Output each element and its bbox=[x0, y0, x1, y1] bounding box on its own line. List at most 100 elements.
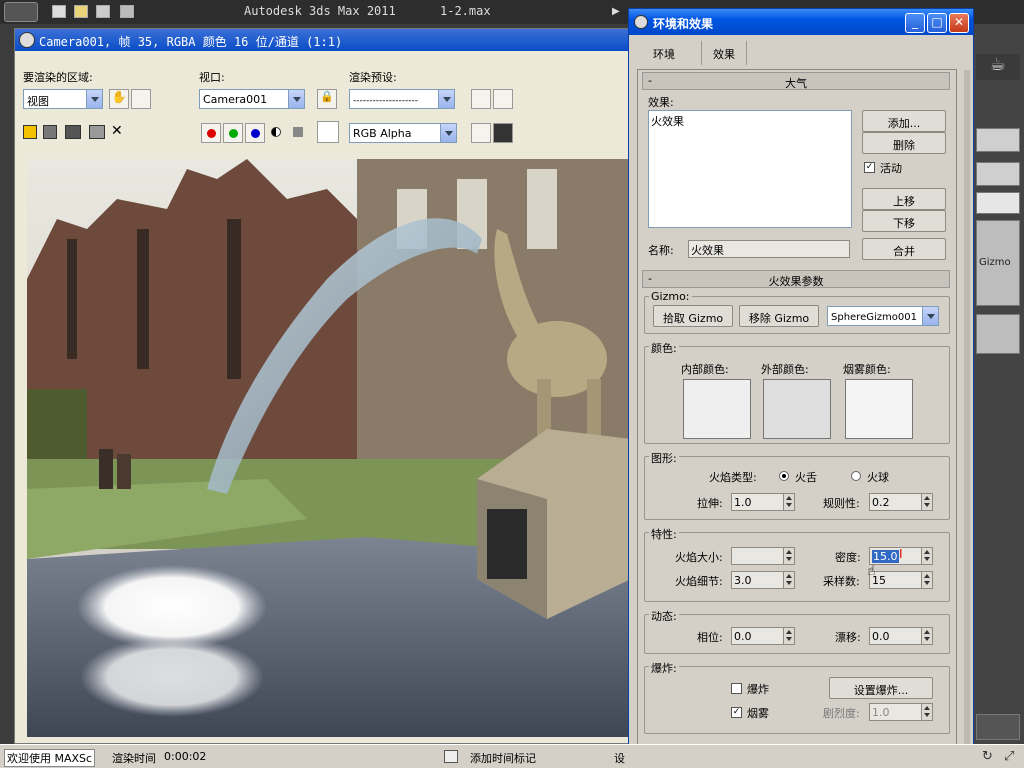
name-field-value: 火效果 bbox=[691, 244, 724, 257]
pick-gizmo-button[interactable]: 拾取 Gizmo bbox=[653, 305, 733, 327]
remove-gizmo-button[interactable]: 移除 Gizmo bbox=[739, 305, 819, 327]
toggle-ui-overlay-icon[interactable] bbox=[471, 123, 491, 143]
density-label: 密度: bbox=[835, 551, 861, 564]
flame-type-ball-radio[interactable] bbox=[851, 471, 861, 481]
maxscript-listener[interactable]: 欢迎使用 MAXSc bbox=[4, 749, 96, 767]
close-icon[interactable]: ✕ bbox=[949, 13, 969, 33]
teapot-icon[interactable]: ☕ bbox=[976, 54, 1020, 80]
green-channel-toggle[interactable] bbox=[223, 123, 243, 143]
render-preset-label: 渲染预设: bbox=[349, 71, 397, 84]
waves-icon[interactable] bbox=[976, 162, 1020, 186]
flame-detail-spinner[interactable]: 3.0 bbox=[731, 571, 795, 589]
flame-size-spinner[interactable] bbox=[731, 547, 795, 565]
new-file-icon[interactable] bbox=[52, 5, 66, 18]
project-folder-icon[interactable] bbox=[120, 5, 134, 18]
gizmo-select-value: SphereGizmo001 bbox=[831, 312, 917, 323]
save-file-icon[interactable] bbox=[96, 5, 110, 18]
move-down-button[interactable]: 下移 bbox=[862, 210, 946, 232]
render-preset-select[interactable]: -------------------- bbox=[349, 89, 455, 109]
maximize-viewport-icon[interactable]: ⤢ bbox=[1004, 749, 1014, 764]
motion-group: 动态: 相位: 0.0 漂移: 0.0 bbox=[644, 608, 950, 654]
samples-label: 采样数: bbox=[823, 575, 860, 588]
effects-list-item[interactable]: 火效果 bbox=[649, 111, 851, 131]
add-time-tag[interactable]: 添加时间标记 bbox=[470, 750, 536, 766]
effects-list[interactable]: 火效果 bbox=[648, 110, 852, 228]
channel-display-select[interactable]: RGB Alpha bbox=[349, 123, 457, 143]
explosion-group-label: 爆炸: bbox=[649, 660, 679, 676]
lock-icon[interactable]: 🔒 bbox=[317, 89, 337, 109]
clear-icon[interactable]: ✕ bbox=[111, 123, 123, 139]
command-panel: ☕ Gizmo bbox=[972, 24, 1024, 744]
flame-type-ball-label: 火球 bbox=[867, 471, 889, 484]
active-checkbox[interactable]: ✓ bbox=[864, 162, 875, 173]
tab-environment[interactable]: 环境 bbox=[641, 41, 687, 65]
smoke-checkbox[interactable]: ✓ bbox=[731, 707, 742, 718]
outer-color-swatch[interactable] bbox=[763, 379, 831, 439]
monochrome-icon[interactable] bbox=[293, 127, 303, 137]
setup-explosion-button[interactable]: 设置爆炸... bbox=[829, 677, 933, 699]
phase-value: 0.0 bbox=[734, 630, 752, 643]
regularity-spinner[interactable]: 0.2 bbox=[869, 493, 933, 511]
time-tag-icon[interactable] bbox=[444, 750, 458, 763]
dialog-title-bar: 环境和效果 _ □ ✕ bbox=[629, 9, 973, 35]
samples-spinner[interactable]: 15 bbox=[869, 571, 933, 589]
open-file-icon[interactable] bbox=[74, 5, 88, 18]
text-cursor-icon: I bbox=[899, 547, 903, 561]
gizmo-group: Gizmo: 拾取 Gizmo 移除 Gizmo SphereGizmo001 bbox=[644, 290, 950, 334]
fire-params-rollout-header[interactable]: - 火效果参数 bbox=[642, 270, 950, 288]
merge-button[interactable]: 合并 bbox=[862, 238, 946, 260]
move-up-button[interactable]: 上移 bbox=[862, 188, 946, 210]
flame-size-label: 火焰大小: bbox=[675, 551, 723, 564]
drift-spinner[interactable]: 0.0 bbox=[869, 627, 933, 645]
orbit-icon[interactable]: ↻ bbox=[982, 749, 993, 764]
panel-combo[interactable] bbox=[976, 192, 1020, 214]
environment-icon[interactable] bbox=[493, 89, 513, 109]
alpha-channel-icon[interactable] bbox=[271, 127, 281, 137]
render-setup-icon[interactable] bbox=[471, 89, 491, 109]
region-icon[interactable] bbox=[131, 89, 151, 109]
explosion-checkbox[interactable] bbox=[731, 683, 742, 694]
fury-spinner[interactable]: 1.0 bbox=[869, 703, 933, 721]
clone-window-icon[interactable] bbox=[65, 125, 81, 139]
shape-group-label: 图形: bbox=[649, 450, 679, 466]
settings-label[interactable]: 设 bbox=[614, 750, 625, 766]
smoke-color-swatch[interactable] bbox=[845, 379, 913, 439]
red-channel-toggle[interactable] bbox=[201, 123, 221, 143]
name-label: 名称: bbox=[648, 244, 674, 257]
flame-detail-value: 3.0 bbox=[734, 574, 752, 587]
phase-spinner[interactable]: 0.0 bbox=[731, 627, 795, 645]
tab-effects[interactable]: 效果 bbox=[701, 41, 747, 65]
app-title: Autodesk 3ds Max 2011 bbox=[244, 4, 396, 18]
blue-channel-toggle[interactable] bbox=[245, 123, 265, 143]
gizmo-text: Gizmo bbox=[979, 257, 1011, 268]
title-arrow-icon[interactable]: ▶ bbox=[612, 6, 620, 17]
gizmo-select[interactable]: SphereGizmo001 bbox=[827, 306, 939, 326]
delete-button[interactable]: 删除 bbox=[862, 132, 946, 154]
viewport-nav[interactable] bbox=[976, 714, 1020, 740]
viewport-label: 视口: bbox=[199, 71, 225, 84]
inner-color-swatch[interactable] bbox=[683, 379, 751, 439]
swatch-box[interactable] bbox=[317, 121, 339, 143]
hierarchy-tab-icon[interactable] bbox=[976, 128, 1020, 152]
hand-cursor-icon: ☝ bbox=[867, 563, 876, 579]
print-icon[interactable] bbox=[89, 125, 105, 139]
flame-type-tongue-radio[interactable] bbox=[779, 471, 789, 481]
toggle-ui-icon[interactable] bbox=[493, 123, 513, 143]
maximize-icon[interactable]: □ bbox=[927, 13, 947, 33]
rollout-scrollbar[interactable] bbox=[964, 70, 970, 746]
name-field[interactable]: 火效果 bbox=[688, 240, 850, 258]
add-button[interactable]: 添加... bbox=[862, 110, 946, 132]
save-image-icon[interactable] bbox=[23, 125, 37, 139]
hand-icon[interactable]: ✋ bbox=[109, 89, 129, 109]
area-to-render-select[interactable]: 视图 bbox=[23, 89, 103, 109]
copy-image-icon[interactable] bbox=[43, 125, 57, 139]
app-logo-icon[interactable] bbox=[4, 2, 38, 22]
atmosphere-rollout-header[interactable]: - 大气 bbox=[642, 72, 950, 90]
stretch-spinner[interactable]: 1.0 bbox=[731, 493, 795, 511]
phase-label: 相位: bbox=[697, 631, 723, 644]
minimize-icon[interactable]: _ bbox=[905, 13, 925, 33]
viewport-select[interactable]: Camera001 bbox=[199, 89, 305, 109]
characteristics-group-label: 特性: bbox=[649, 526, 679, 542]
active-label: 活动 bbox=[880, 162, 902, 175]
render-time-label: 渲染时间 bbox=[112, 752, 156, 765]
